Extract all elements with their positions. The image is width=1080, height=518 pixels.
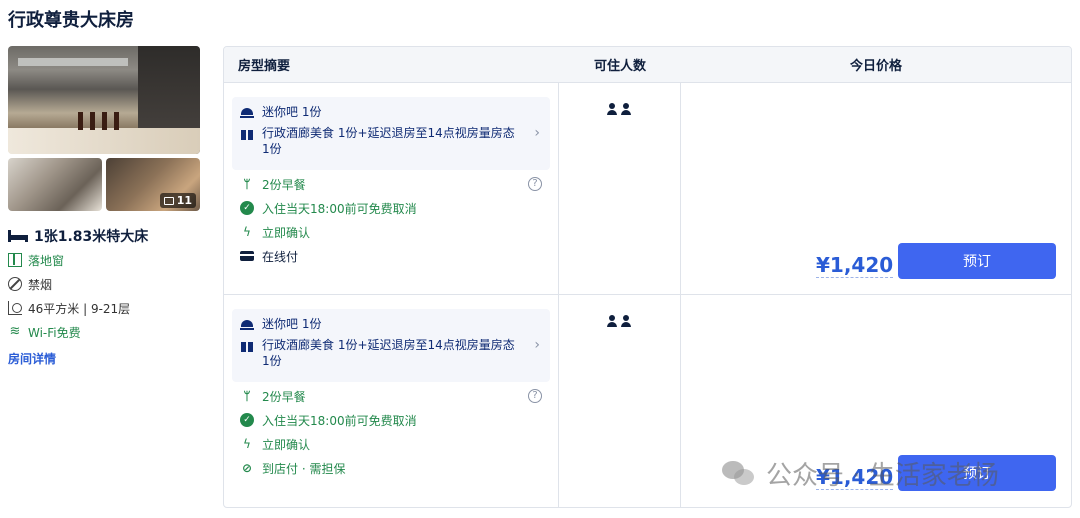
- feature-window: 落地窗: [8, 250, 208, 270]
- person-icon: [607, 103, 617, 115]
- policy-label: 入住当天18:00前可免费取消: [262, 413, 417, 428]
- table-row: 迷你吧 1份 行政酒廊美食 1份+延迟退房至14点视房量房态 1份 › ᛘ 2份…: [224, 83, 1071, 295]
- room-details-link[interactable]: 房间详情: [8, 350, 56, 367]
- perk-label: 行政酒廊美食 1份+延迟退房至14点视房量房态 1份: [262, 126, 515, 156]
- help-icon[interactable]: ?: [528, 177, 542, 191]
- feature-label: 落地窗: [28, 253, 65, 268]
- feature-wifi: ≋ Wi-Fi免费: [8, 322, 208, 342]
- policy-confirmation: ϟ 立即确认: [232, 222, 550, 242]
- feature-label: 禁烟: [28, 277, 53, 292]
- check-circle-icon: ✓: [240, 201, 254, 215]
- photo-count-badge[interactable]: 11: [159, 193, 196, 208]
- book-button[interactable]: 预订: [898, 243, 1056, 279]
- header-summary: 房型摘要: [238, 59, 291, 74]
- rate-summary-cell: 迷你吧 1份 行政酒廊美食 1份+延迟退房至14点视房量房态 1份 › ᛘ 2份…: [224, 295, 559, 507]
- bed-info: 1张1.83米特大床: [8, 226, 208, 246]
- wifi-icon: ≋: [9, 324, 21, 339]
- perk-label: 迷你吧 1份: [262, 105, 322, 119]
- price[interactable]: ¥1,420: [816, 253, 894, 278]
- fork-knife-icon: ᛘ: [243, 389, 251, 403]
- header-price: 今日价格: [849, 59, 902, 74]
- price[interactable]: ¥1,420: [816, 465, 894, 490]
- chevron-right-icon[interactable]: ›: [534, 337, 540, 353]
- policy-label: 到店付 · 需担保: [262, 461, 346, 476]
- perk-item: 迷你吧 1份: [240, 104, 522, 120]
- policy-cancellation: ✓ 入住当天18:00前可免费取消: [232, 410, 550, 430]
- room-photo-main[interactable]: [8, 46, 200, 154]
- table-header: 房型摘要 可住人数 今日价格: [224, 47, 1071, 83]
- help-icon[interactable]: ?: [528, 389, 542, 403]
- occupancy-cell: [559, 295, 681, 507]
- book-button[interactable]: 预订: [898, 455, 1056, 491]
- room-info: 1张1.83米特大床 落地窗 禁烟 46平方米 | 9-21层 ≋ Wi-Fi免…: [8, 226, 208, 367]
- check-circle-icon: ✓: [240, 413, 254, 427]
- cloche-icon: [240, 105, 254, 119]
- image-icon: [163, 196, 174, 205]
- fork-knife-icon: ᛘ: [243, 177, 251, 191]
- policy-label: 立即确认: [262, 225, 311, 240]
- policy-label: 立即确认: [262, 437, 311, 452]
- person-icon: [621, 103, 631, 115]
- table-row: 迷你吧 1份 行政酒廊美食 1份+延迟退房至14点视房量房态 1份 › ᛘ 2份…: [224, 295, 1071, 507]
- policy-cancellation: ✓ 入住当天18:00前可免费取消: [232, 198, 550, 218]
- room-photo-thumb[interactable]: 11: [106, 158, 200, 211]
- feature-no-smoking: 禁烟: [8, 274, 208, 294]
- policy-payment: 在线付: [232, 246, 550, 266]
- pay-at-hotel-icon: ⊘: [241, 461, 253, 475]
- card-icon: [240, 249, 254, 263]
- window-icon: [8, 253, 22, 267]
- lightning-icon: ϟ: [243, 437, 251, 451]
- person-icon: [607, 315, 617, 327]
- perks-box[interactable]: 迷你吧 1份 行政酒廊美食 1份+延迟退房至14点视房量房态 1份 ›: [232, 97, 550, 170]
- policy-breakfast: ᛘ 2份早餐 ?: [232, 386, 550, 406]
- rate-table: 房型摘要 可住人数 今日价格 迷你吧 1份 行政酒廊美食 1份+延迟退房至14点…: [223, 46, 1072, 508]
- perks-box[interactable]: 迷你吧 1份 行政酒廊美食 1份+延迟退房至14点视房量房态 1份 ›: [232, 309, 550, 382]
- occupancy-cell: [559, 83, 681, 294]
- policy-label: 2份早餐: [262, 177, 306, 192]
- room-gallery[interactable]: 11: [8, 46, 200, 211]
- feature-area: 46平方米 | 9-21层: [8, 298, 208, 318]
- bed-icon: [8, 230, 28, 242]
- perk-item: 迷你吧 1份: [240, 316, 522, 332]
- policy-confirmation: ϟ 立即确认: [232, 434, 550, 454]
- gift-icon: [240, 338, 254, 352]
- feature-label: Wi-Fi免费: [28, 325, 81, 340]
- room-title: 行政尊贵大床房: [8, 10, 134, 31]
- room-photo-thumb[interactable]: [8, 158, 102, 211]
- chevron-right-icon[interactable]: ›: [534, 125, 540, 141]
- perk-label: 行政酒廊美食 1份+延迟退房至14点视房量房态 1份: [262, 338, 515, 368]
- bed-label: 1张1.83米特大床: [34, 229, 149, 245]
- cloche-icon: [240, 317, 254, 331]
- price-cell: ¥1,420 预订: [681, 295, 1071, 507]
- area-icon: [8, 301, 22, 315]
- perk-item: 行政酒廊美食 1份+延迟退房至14点视房量房态 1份: [240, 125, 522, 157]
- photo-count: 11: [176, 194, 192, 207]
- guest-count: [607, 103, 631, 115]
- guest-count: [607, 315, 631, 327]
- rate-summary-cell: 迷你吧 1份 行政酒廊美食 1份+延迟退房至14点视房量房态 1份 › ᛘ 2份…: [224, 83, 559, 294]
- no-smoking-icon: [8, 277, 22, 291]
- person-icon: [621, 315, 631, 327]
- policy-label: 在线付: [262, 249, 299, 264]
- header-occupancy: 可住人数: [593, 59, 646, 74]
- price-cell: ¥1,420 预订: [681, 83, 1071, 294]
- policy-label: 入住当天18:00前可免费取消: [262, 201, 417, 216]
- policy-payment: ⊘ 到店付 · 需担保: [232, 458, 550, 478]
- gift-icon: [240, 126, 254, 140]
- policy-breakfast: ᛘ 2份早餐 ?: [232, 174, 550, 194]
- lightning-icon: ϟ: [243, 225, 251, 239]
- perk-label: 迷你吧 1份: [262, 317, 322, 331]
- perk-item: 行政酒廊美食 1份+延迟退房至14点视房量房态 1份: [240, 337, 522, 369]
- feature-label: 46平方米 | 9-21层: [28, 301, 131, 316]
- policy-label: 2份早餐: [262, 389, 306, 404]
